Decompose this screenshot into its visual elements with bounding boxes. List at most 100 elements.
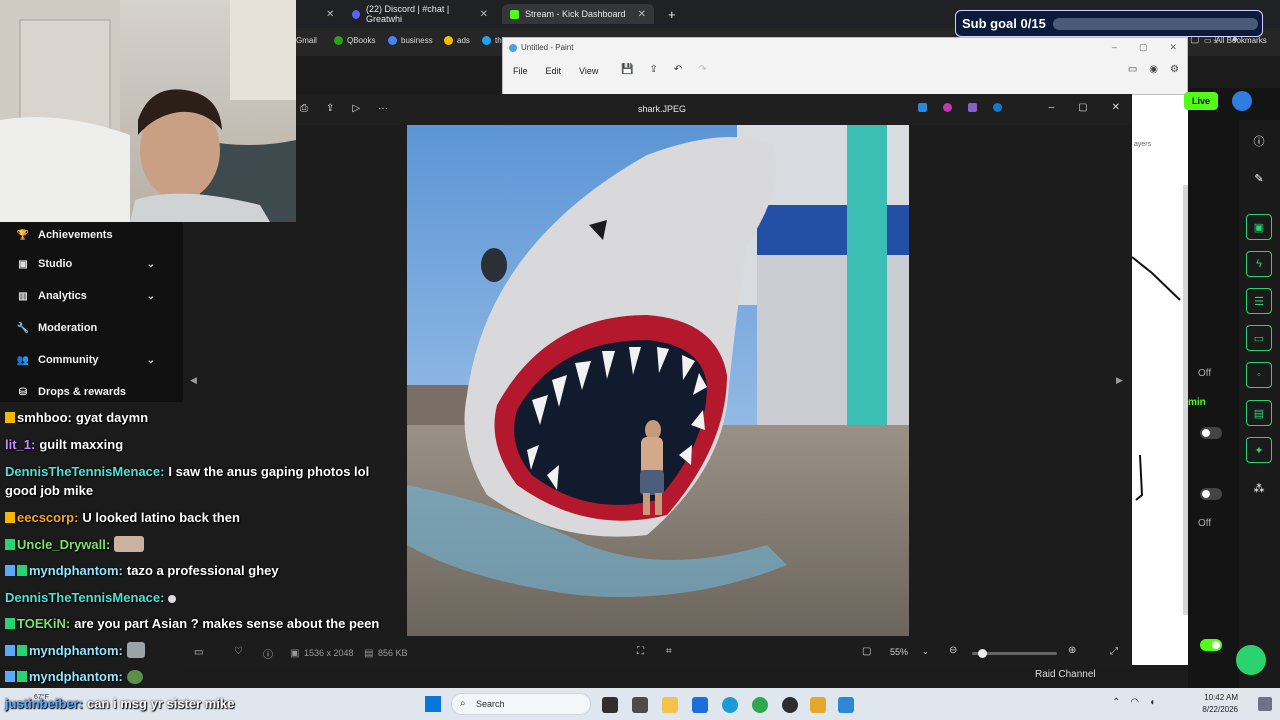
menu-edit[interactable]: Edit xyxy=(546,66,562,76)
weather-temp[interactable]: 67°F xyxy=(34,694,49,701)
fit-to-window-icon[interactable]: ▢ xyxy=(862,646,871,657)
close-button[interactable]: ✕ xyxy=(1169,42,1177,53)
sidebar-item-analytics[interactable]: ▥ Analytics ⌄ xyxy=(0,283,183,309)
chat-username: myndphantom: xyxy=(29,563,123,578)
sidebar-item-community[interactable]: 👥 Community ⌄ xyxy=(0,347,183,373)
minimize-button[interactable]: – xyxy=(1112,42,1117,53)
slideshow-icon[interactable]: ▷ xyxy=(352,103,360,114)
stack-icon[interactable] xyxy=(810,697,826,713)
clock-date[interactable]: 8/22/2026 xyxy=(1202,705,1238,714)
wrench-icon[interactable]: ✦ xyxy=(1246,437,1272,463)
verified-badge-icon xyxy=(5,645,15,656)
share-icon[interactable]: ⇪ xyxy=(326,103,334,114)
redo-icon[interactable]: ↷ xyxy=(698,64,706,75)
bookmark-th[interactable]: th xyxy=(482,36,502,45)
bookmark-ads[interactable]: ads xyxy=(444,36,470,45)
zoom-slider-thumb[interactable] xyxy=(978,649,987,658)
close-icon[interactable]: ✕ xyxy=(480,9,488,20)
clock-time[interactable]: 10:42 AM xyxy=(1204,693,1238,702)
save-icon[interactable]: 💾 xyxy=(621,64,633,75)
volume-icon[interactable]: ◖ xyxy=(1149,697,1155,708)
fullscreen-icon[interactable]: ⤢ xyxy=(1110,646,1118,657)
studio-icon: ▣ xyxy=(18,258,28,270)
next-image-arrow[interactable]: ▶ xyxy=(1116,375,1123,386)
info-icon[interactable]: ⓘ xyxy=(1246,128,1272,154)
maximize-button[interactable]: ▢ xyxy=(1078,102,1087,113)
toggle-switch[interactable] xyxy=(1200,427,1222,439)
filmstrip-icon[interactable]: ▭ xyxy=(194,647,203,658)
paint-canvas[interactable]: ayers xyxy=(1131,95,1188,665)
account-icon[interactable]: ◉ xyxy=(1149,64,1158,75)
layout-icon[interactable]: ▣ xyxy=(1246,214,1272,240)
qbooks-icon xyxy=(334,36,343,45)
chat-text: I saw the anus gaping photos lol xyxy=(168,464,370,479)
wrench-icon: 🔧 xyxy=(16,322,30,334)
clipchamp-icon[interactable] xyxy=(968,103,977,112)
notifications-icon[interactable] xyxy=(1258,697,1272,711)
zoom-level[interactable]: 55% xyxy=(890,647,908,657)
close-icon[interactable]: ✕ xyxy=(638,9,646,20)
edit-app-icon[interactable] xyxy=(918,103,927,112)
drops-icon: ⛁ xyxy=(18,386,28,398)
emote-icon xyxy=(114,536,145,552)
menu-file[interactable]: File xyxy=(513,66,528,76)
search-box[interactable]: ⌕ Search xyxy=(451,693,591,715)
minimize-button[interactable]: – xyxy=(1049,102,1055,113)
designer-icon[interactable] xyxy=(943,103,952,112)
list-icon[interactable]: ☰ xyxy=(1246,288,1272,314)
print-icon[interactable]: ⎙ xyxy=(300,103,308,114)
more-icon[interactable]: ··· xyxy=(378,103,388,114)
lightning-icon[interactable]: ϟ xyxy=(1246,251,1272,277)
chrome-icon[interactable] xyxy=(752,697,768,713)
tab-kick-dashboard[interactable]: Stream - Kick Dashboard ✕ xyxy=(502,4,654,24)
info-icon[interactable]: ⓘ xyxy=(263,646,273,661)
edge-icon[interactable] xyxy=(722,697,738,713)
new-tab-button[interactable]: + xyxy=(660,4,684,24)
edit-icon[interactable]: ✎ xyxy=(1246,165,1272,191)
sidebar-item-moderation[interactable]: 🔧 Moderation xyxy=(0,315,183,341)
bookmark-qbooks[interactable]: QBooks xyxy=(334,36,375,45)
calendar-icon[interactable] xyxy=(692,697,708,713)
close-button[interactable]: ✕ xyxy=(1112,102,1120,113)
start-button[interactable] xyxy=(425,696,441,712)
share-icon[interactable]: ⇪ xyxy=(649,64,657,75)
media-icon[interactable]: ▤ xyxy=(1246,400,1272,426)
comment-icon[interactable]: ▭ xyxy=(1128,64,1137,75)
sidebar-item-studio[interactable]: ▣ Studio ⌄ xyxy=(0,251,183,277)
chevron-down-icon[interactable]: ⌄ xyxy=(922,647,929,656)
menu-view[interactable]: View xyxy=(579,66,598,76)
bookmark-gmail[interactable]: Gmail xyxy=(296,36,317,45)
tab-close-icon[interactable]: ✕ xyxy=(318,4,334,24)
sidebar-item-achievements[interactable]: 🏆 Achievements xyxy=(0,222,183,248)
undo-icon[interactable]: ↶ xyxy=(674,64,682,75)
settings-icon[interactable]: ⚙ xyxy=(1170,64,1179,75)
maximize-button[interactable]: ▢ xyxy=(1139,42,1148,53)
image-filesize: 856 KB xyxy=(378,648,408,658)
chevron-up-icon[interactable]: ⌃ xyxy=(1112,697,1120,708)
subscriber-badge-icon xyxy=(17,565,27,576)
zoom-out-icon[interactable]: ⊖ xyxy=(949,645,957,656)
onedrive-icon[interactable] xyxy=(993,103,1002,112)
crop-icon[interactable]: ⛶ xyxy=(637,646,644,657)
visual-search-icon[interactable]: ⌗ xyxy=(666,646,672,657)
support-icon[interactable] xyxy=(1236,645,1266,675)
tab-discord[interactable]: (22) Discord | #chat | Greatwhi ✕ xyxy=(344,4,496,24)
chat-icon[interactable]: ▭ xyxy=(1246,325,1272,351)
file-explorer-icon[interactable] xyxy=(662,697,678,713)
toggle-switch[interactable] xyxy=(1200,488,1222,500)
task-view-icon[interactable] xyxy=(602,697,618,713)
broadcast-icon[interactable]: ◦ xyxy=(1246,362,1272,388)
favorite-icon[interactable]: ♡ xyxy=(234,646,243,657)
obs-icon[interactable] xyxy=(782,697,798,713)
notepad-icon[interactable] xyxy=(632,697,648,713)
photos-icon[interactable] xyxy=(838,697,854,713)
previous-image-arrow[interactable]: ◀ xyxy=(190,375,197,386)
zoom-in-icon[interactable]: ⊕ xyxy=(1068,645,1076,656)
toggle-switch-on[interactable] xyxy=(1200,639,1222,651)
go-live-button[interactable]: Live xyxy=(1184,92,1218,110)
bookmark-business[interactable]: business xyxy=(388,36,433,45)
apps-icon[interactable]: ⁂ xyxy=(1246,475,1272,501)
wifi-icon[interactable]: ◠ xyxy=(1130,697,1139,708)
sidebar-item-drops-rewards[interactable]: ⛁ Drops & rewards xyxy=(0,379,183,405)
avatar[interactable] xyxy=(1232,91,1252,111)
